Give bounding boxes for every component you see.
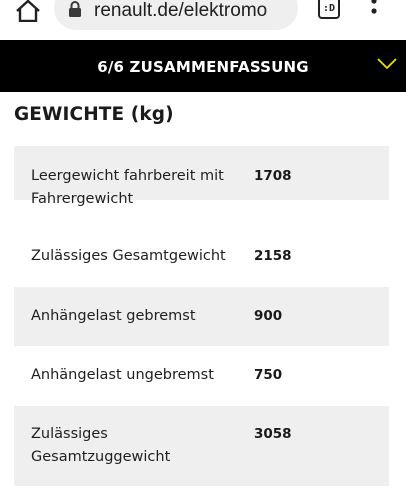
lock-icon xyxy=(69,1,81,17)
spec-label: Zulässiges Gesamtgewicht xyxy=(31,248,226,264)
table-row: Leergewicht fahrbereit mit Fahrergewicht… xyxy=(14,146,389,207)
spec-label: Anhängelast ungebremst xyxy=(31,367,214,383)
step-header[interactable]: 6/6 ZUSAMMENFASSUNG xyxy=(0,40,406,92)
spec-value: 3058 xyxy=(254,426,292,442)
tab-switcher-button[interactable]: :D xyxy=(318,0,340,19)
home-icon[interactable] xyxy=(14,0,42,22)
chevron-down-icon[interactable] xyxy=(376,57,398,71)
address-bar[interactable]: renault.de/elektromo xyxy=(54,0,298,30)
table-row: Anhängelast ungebremst 750 xyxy=(14,346,389,406)
browser-toolbar: renault.de/elektromo :D xyxy=(0,0,406,40)
spec-value: 1708 xyxy=(254,168,292,184)
spec-label: Anhängelast gebremst xyxy=(31,308,196,324)
step-title: 6/6 ZUSAMMENFASSUNG xyxy=(97,58,309,76)
table-row: Anhängelast gebremst 900 xyxy=(14,287,389,346)
more-vert-icon[interactable] xyxy=(366,0,382,22)
tab-switcher-label: :D xyxy=(322,2,336,14)
table-row: Zulässiges Gesamtgewicht 2158 xyxy=(14,200,389,287)
url-fade xyxy=(264,0,298,30)
spec-value: 900 xyxy=(254,308,283,324)
section-title: GEWICHTE (kg) xyxy=(14,104,174,125)
spec-value: 2158 xyxy=(254,248,292,264)
table-row: Zulässiges Gesamtzuggewicht 3058 xyxy=(14,406,389,486)
url-text: renault.de/elektromo xyxy=(94,0,268,21)
weights-table: Leergewicht fahrbereit mit Fahrergewicht… xyxy=(14,146,389,486)
spec-label: Zulässiges Gesamtzuggewicht xyxy=(31,426,171,465)
spec-value: 750 xyxy=(254,367,283,383)
